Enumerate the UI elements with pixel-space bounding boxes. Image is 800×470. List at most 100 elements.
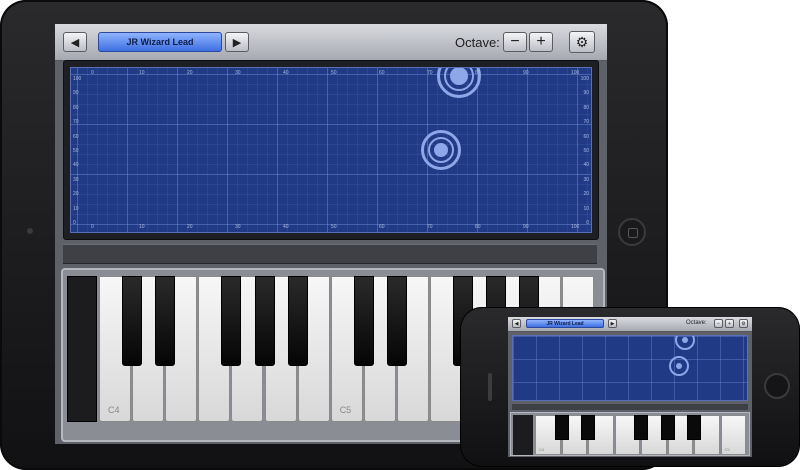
axis-tick-label: 50 bbox=[73, 148, 79, 154]
previous-preset-button[interactable]: ◀ bbox=[63, 32, 87, 52]
piano-black-key[interactable] bbox=[221, 276, 242, 366]
settings-button[interactable]: ⚙ bbox=[739, 319, 748, 328]
axis-tick-label: 100 bbox=[73, 76, 82, 82]
triangle-right-icon: ▶ bbox=[232, 36, 242, 49]
piano-black-key[interactable] bbox=[155, 276, 176, 366]
piano-black-key[interactable] bbox=[122, 276, 143, 366]
iphone-screen: ◀ JR Wizard Lead ▶ Octave: − + ⚙ C4 C5 bbox=[508, 317, 752, 457]
modulation-strip[interactable] bbox=[63, 244, 597, 264]
piano-white-key[interactable]: C5 bbox=[720, 415, 746, 455]
previous-preset-button[interactable]: ◀ bbox=[512, 319, 521, 328]
axis-tick-label: 80 bbox=[73, 104, 79, 111]
axis-tick-label: 0 bbox=[586, 220, 589, 226]
keyboard-side-panel bbox=[67, 276, 97, 422]
axis-tick-label: 30 bbox=[235, 224, 241, 230]
axis-tick-label: 20 bbox=[73, 191, 79, 198]
axis-tick-label: 60 bbox=[379, 70, 385, 76]
triangle-left-icon: ◀ bbox=[514, 320, 519, 327]
axis-tick-label: 20 bbox=[187, 224, 193, 230]
xy-touch-marker[interactable] bbox=[669, 356, 689, 376]
axis-tick-label: 70 bbox=[73, 119, 79, 126]
axis-tick-label: 40 bbox=[583, 162, 589, 169]
toolbar: ◀ JR Wizard Lead ▶ Octave: − + ⚙ bbox=[55, 24, 607, 61]
axis-tick-label: 10 bbox=[139, 70, 145, 76]
camera-icon bbox=[27, 228, 33, 234]
axis-tick-label: 100 bbox=[571, 70, 580, 76]
axis-tick-label: 30 bbox=[583, 176, 589, 183]
axis-tick-label: 10 bbox=[583, 205, 589, 212]
axis-tick-label: 90 bbox=[73, 90, 79, 97]
plus-icon: + bbox=[536, 33, 546, 50]
axis-tick-label: 60 bbox=[583, 133, 589, 140]
piano-black-key[interactable] bbox=[554, 415, 569, 440]
xy-pad[interactable] bbox=[512, 335, 748, 401]
piano-keyboard: C4 C5 bbox=[510, 412, 750, 456]
piano-black-key[interactable] bbox=[254, 276, 275, 366]
keyboard-side-panel bbox=[513, 415, 533, 455]
modulation-strip[interactable] bbox=[512, 404, 748, 410]
triangle-right-icon: ▶ bbox=[610, 320, 615, 327]
piano-black-key[interactable] bbox=[634, 415, 648, 440]
home-button[interactable] bbox=[764, 373, 790, 399]
axis-tick-label: 80 bbox=[475, 70, 481, 76]
gear-icon: ⚙ bbox=[575, 33, 589, 50]
piano-black-key[interactable] bbox=[386, 276, 407, 366]
axis-tick-label: 60 bbox=[379, 224, 385, 230]
piano-black-key[interactable] bbox=[353, 276, 374, 366]
minus-icon: − bbox=[510, 33, 520, 50]
piano-black-key[interactable] bbox=[287, 276, 308, 366]
toolbar: ◀ JR Wizard Lead ▶ Octave: − + ⚙ bbox=[508, 317, 752, 332]
axis-tick-label: 0 bbox=[73, 220, 76, 226]
triangle-left-icon: ◀ bbox=[70, 36, 80, 49]
xy-pad-frame: 0 0 10 10 20 20 30 30 40 40 50 50 60 60 70 70 80 80 90 90 10… bbox=[63, 60, 599, 240]
octave-label: Octave: bbox=[455, 35, 500, 50]
axis-tick-label: 40 bbox=[283, 70, 289, 76]
axis-tick-label: 70 bbox=[427, 224, 433, 230]
note-label: C5 bbox=[339, 405, 352, 415]
axis-tick-label: 80 bbox=[475, 224, 481, 230]
note-label: C4 bbox=[539, 447, 545, 452]
axis-tick-label: 70 bbox=[427, 70, 433, 76]
axis-tick-label: 100 bbox=[571, 224, 580, 230]
octave-up-button[interactable]: + bbox=[529, 32, 553, 52]
octave-down-button[interactable]: − bbox=[714, 319, 723, 328]
axis-tick-label: 0 bbox=[91, 70, 94, 76]
axis-tick-label: 20 bbox=[583, 191, 589, 198]
axis-tick-label: 90 bbox=[583, 90, 589, 97]
next-preset-button[interactable]: ▶ bbox=[225, 32, 249, 52]
iphone-device: ◀ JR Wizard Lead ▶ Octave: − + ⚙ C4 C5 bbox=[460, 307, 800, 467]
xy-touch-marker[interactable] bbox=[675, 336, 695, 350]
axis-tick-label: 90 bbox=[523, 70, 529, 76]
xy-touch-marker[interactable] bbox=[421, 130, 461, 170]
piano-black-key[interactable] bbox=[581, 415, 595, 440]
axis-tick-label: 20 bbox=[187, 70, 193, 76]
axis-tick-label: 10 bbox=[73, 205, 79, 212]
plus-icon: + bbox=[728, 320, 731, 327]
axis-tick-label: 50 bbox=[331, 224, 337, 230]
piano-black-key[interactable] bbox=[660, 415, 675, 440]
speaker-icon bbox=[488, 373, 492, 401]
axis-tick-label: 30 bbox=[73, 176, 79, 183]
piano-black-key[interactable] bbox=[687, 415, 701, 440]
axis-tick-label: 70 bbox=[583, 119, 589, 126]
next-preset-button[interactable]: ▶ bbox=[608, 319, 617, 328]
home-button[interactable] bbox=[618, 218, 646, 246]
octave-up-button[interactable]: + bbox=[725, 319, 734, 328]
preset-name-display[interactable]: JR Wizard Lead bbox=[526, 319, 604, 328]
minus-icon: − bbox=[717, 320, 720, 327]
axis-tick-label: 50 bbox=[583, 148, 589, 154]
preset-name-display[interactable]: JR Wizard Lead bbox=[98, 32, 222, 52]
axis-tick-label: 40 bbox=[283, 224, 289, 230]
note-label: C5 bbox=[724, 447, 730, 452]
axis-tick-label: 30 bbox=[235, 70, 241, 76]
axis-tick-label: 100 bbox=[580, 76, 589, 82]
octave-down-button[interactable]: − bbox=[503, 32, 527, 52]
axis-tick-label: 50 bbox=[331, 70, 337, 76]
axis-tick-label: 40 bbox=[73, 162, 79, 169]
note-label: C4 bbox=[108, 405, 120, 415]
settings-button[interactable]: ⚙ bbox=[569, 31, 595, 53]
axis-tick-label: 60 bbox=[73, 133, 79, 140]
gear-icon: ⚙ bbox=[741, 320, 746, 327]
xy-pad[interactable]: 0 0 10 10 20 20 30 30 40 40 50 50 60 60 70 70 80 80 90 90 10… bbox=[70, 67, 592, 233]
axis-tick-label: 80 bbox=[583, 104, 589, 111]
